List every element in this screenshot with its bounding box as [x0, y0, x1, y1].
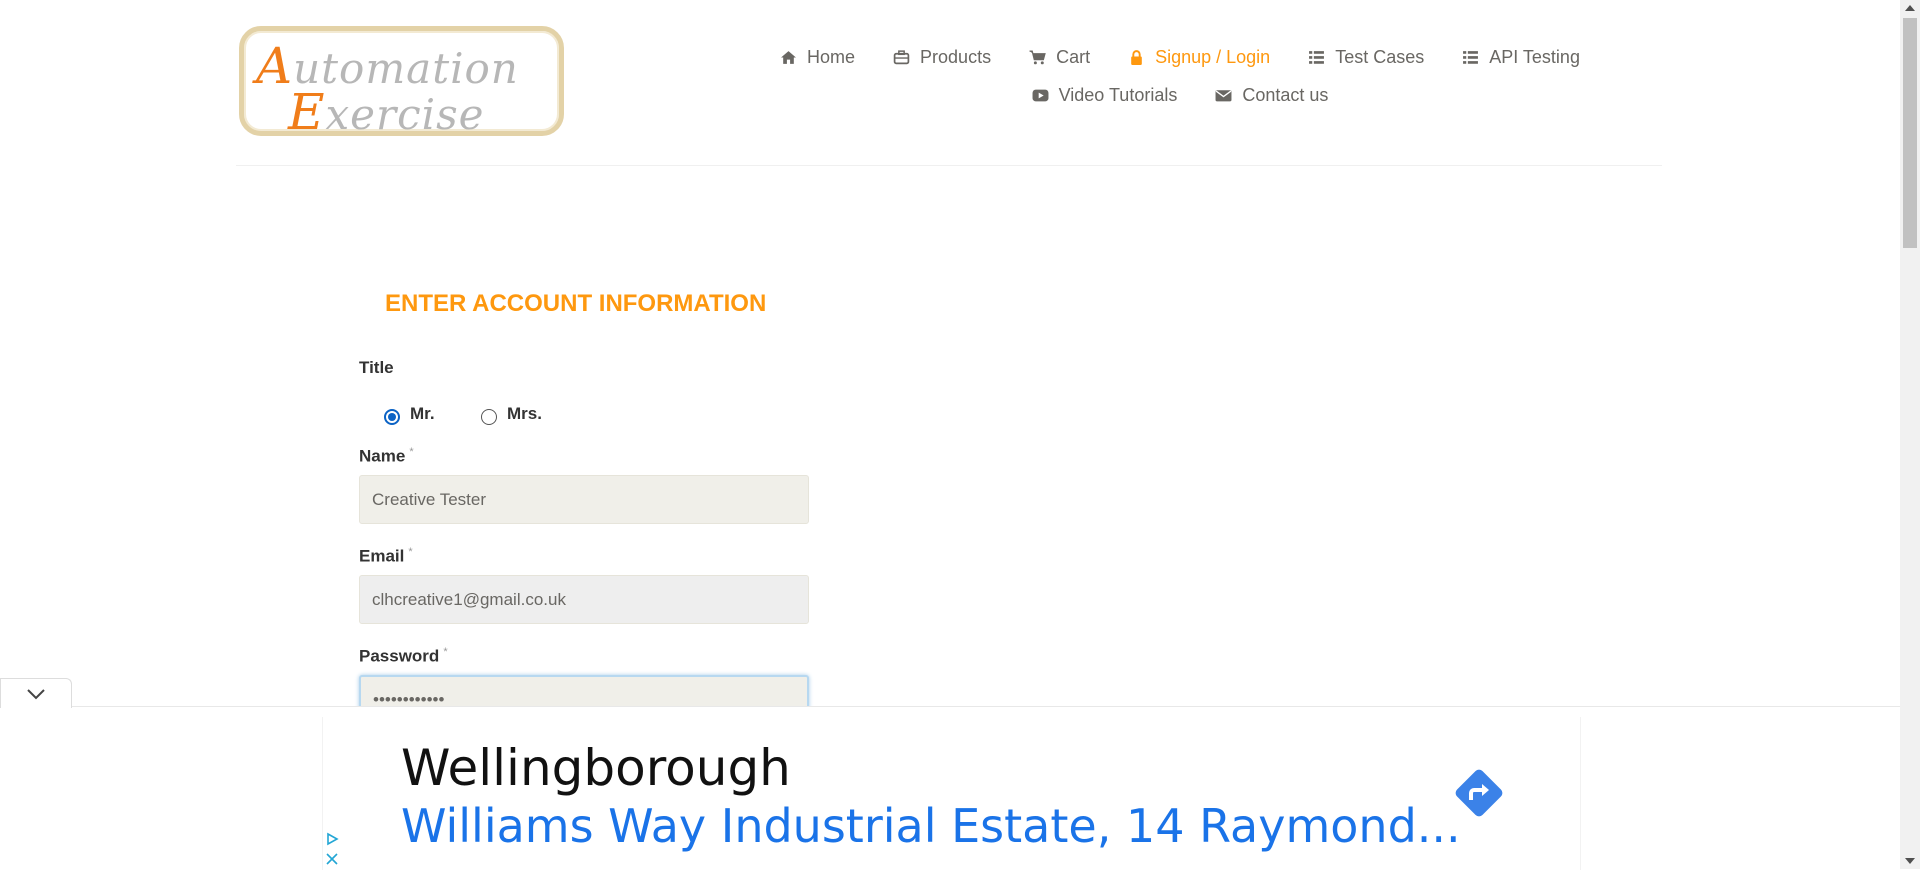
name-field[interactable]: Creative Tester — [359, 475, 809, 524]
nav-test-cases-label: Test Cases — [1335, 46, 1425, 67]
name-label-text: Name — [359, 446, 406, 466]
lock-icon — [1131, 49, 1142, 65]
header-divider — [236, 165, 1662, 166]
site-logo[interactable]: Automation Exercise — [239, 26, 564, 141]
ad-banner: Wellingborough Williams Way Industrial E… — [0, 706, 1900, 870]
ad-title[interactable]: Wellingborough — [401, 739, 791, 797]
nav-api-testing-label: API Testing — [1489, 46, 1580, 67]
nav-signup-login[interactable]: Signup / Login — [1128, 47, 1270, 68]
radio-mrs-label: Mrs. — [507, 404, 542, 423]
nav-api-testing[interactable]: API Testing — [1462, 47, 1580, 68]
required-mark: * — [409, 446, 414, 458]
email-label-text: Email — [359, 546, 405, 566]
list-icon — [1309, 50, 1325, 64]
email-field[interactable]: clhcreative1@gmail.co.uk — [359, 575, 809, 624]
ad-content[interactable]: Wellingborough Williams Way Industrial E… — [322, 717, 1581, 870]
page-scrollbar[interactable] — [1900, 0, 1920, 869]
required-mark: * — [408, 546, 413, 558]
main-nav: Home Products Cart Signup / Login Test C… — [730, 38, 1630, 114]
briefcase-icon — [893, 49, 910, 64]
nav-contact-us-label: Contact us — [1242, 84, 1329, 105]
scroll-thumb[interactable] — [1903, 18, 1917, 248]
scroll-up-arrow[interactable] — [1905, 5, 1915, 11]
name-label: Name * — [359, 446, 414, 467]
envelope-icon — [1215, 89, 1232, 101]
password-label: Password * — [359, 646, 448, 667]
youtube-play-icon — [1032, 89, 1049, 101]
nav-home-label: Home — [807, 46, 856, 67]
nav-row-2: Video Tutorials Contact us — [730, 76, 1630, 114]
nav-contact-us[interactable]: Contact us — [1215, 85, 1328, 106]
form-heading: ENTER ACCOUNT INFORMATION — [385, 290, 767, 317]
nav-cart[interactable]: Cart — [1029, 47, 1090, 68]
required-mark: * — [443, 646, 448, 658]
nav-test-cases[interactable]: Test Cases — [1308, 47, 1424, 68]
ad-choices-icon[interactable] — [325, 832, 339, 846]
radio-mrs[interactable]: Mrs. — [481, 403, 542, 425]
nav-cart-label: Cart — [1056, 46, 1091, 67]
email-label: Email * — [359, 546, 413, 567]
password-label-text: Password — [359, 646, 440, 666]
nav-row-1: Home Products Cart Signup / Login Test C… — [730, 38, 1630, 76]
ad-collapse-button[interactable] — [0, 678, 72, 708]
radio-mr-button[interactable] — [384, 409, 400, 425]
nav-video-tutorials[interactable]: Video Tutorials — [1032, 84, 1178, 106]
ad-close-icon[interactable] — [325, 852, 339, 866]
list-icon — [1463, 50, 1479, 64]
nav-products-label: Products — [920, 46, 992, 67]
radio-mrs-button[interactable] — [481, 409, 497, 425]
logo-line-2: Exercise — [288, 83, 485, 141]
title-label: Title — [359, 358, 394, 377]
nav-home[interactable]: Home — [780, 47, 855, 68]
nav-signup-login-label: Signup / Login — [1155, 46, 1271, 67]
directions-icon[interactable] — [1448, 762, 1510, 824]
ad-address[interactable]: Williams Way Industrial Estate, 14 Raymo… — [401, 799, 1461, 853]
chevron-down-icon — [27, 688, 45, 699]
cart-icon — [1029, 49, 1046, 64]
radio-mr[interactable]: Mr. — [384, 403, 435, 425]
radio-mr-label: Mr. — [410, 404, 435, 423]
nav-video-tutorials-label: Video Tutorials — [1058, 84, 1178, 105]
nav-products[interactable]: Products — [893, 47, 991, 68]
home-icon — [781, 50, 796, 64]
scroll-down-arrow[interactable] — [1905, 858, 1915, 864]
